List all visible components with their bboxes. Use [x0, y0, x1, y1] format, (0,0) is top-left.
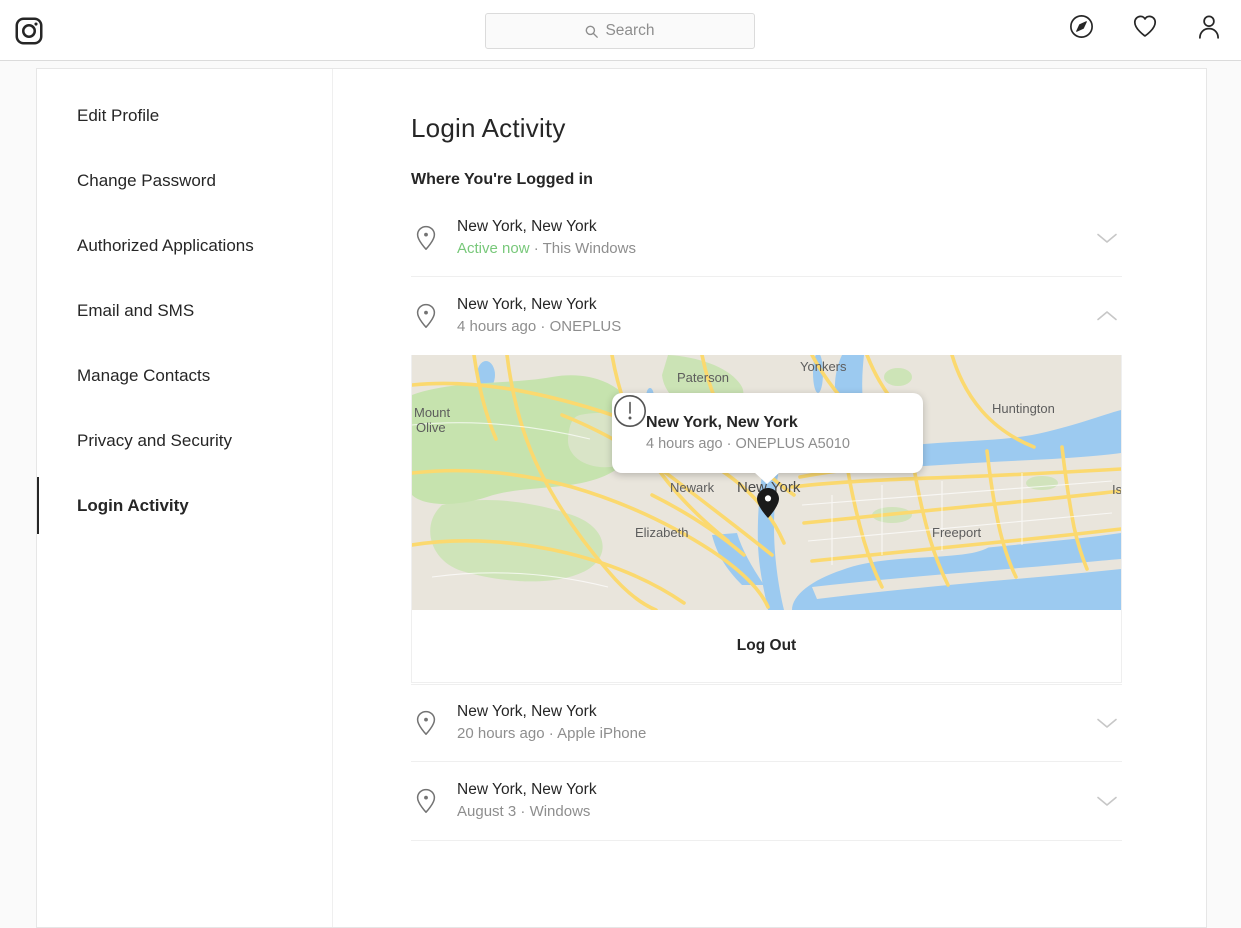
search-input[interactable]: Search [485, 13, 755, 49]
settings-card: Edit Profile Change Password Authorized … [36, 68, 1207, 928]
login-session-row[interactable]: New York, New York August 3 · Windows [411, 762, 1122, 840]
chevron-down-icon[interactable] [1092, 794, 1122, 808]
login-session-row[interactable]: New York, New York 4 hours ago · ONEPLUS [411, 277, 1122, 355]
search-icon [586, 25, 599, 38]
session-city: New York, New York [457, 781, 597, 799]
settings-sidebar: Edit Profile Change Password Authorized … [37, 69, 333, 927]
sidebar-item-manage-contacts[interactable]: Manage Contacts [37, 343, 332, 408]
sidebar-item-label: Privacy and Security [77, 430, 232, 450]
session-device: This Windows [542, 239, 636, 257]
session-separator: · [536, 318, 550, 336]
sidebar-item-label: Manage Contacts [77, 365, 211, 385]
popup-meta: 4 hours ago · ONEPLUS A5010 [646, 436, 850, 453]
session-device: ONEPLUS [549, 318, 622, 336]
navbar-icon-group [1067, 12, 1223, 40]
chevron-down-icon[interactable] [1092, 716, 1122, 730]
login-session-texts: New York, New York 4 hours ago · ONEPLUS [441, 293, 1092, 339]
session-meta: August 3 · Windows [457, 801, 1092, 824]
popup-title: New York, New York [646, 413, 798, 431]
instagram-camera-icon [15, 17, 43, 45]
session-meta: 20 hours ago · Apple iPhone [457, 723, 1092, 746]
chevron-up-icon[interactable] [1092, 309, 1122, 323]
sidebar-item-label: Change Password [77, 170, 216, 190]
sidebar-item-authorized-applications[interactable]: Authorized Applications [37, 213, 332, 278]
session-separator: · [529, 239, 543, 257]
sidebar-item-privacy-and-security[interactable]: Privacy and Security [37, 408, 332, 473]
instagram-logo[interactable] [12, 14, 46, 48]
session-time: Active now [457, 239, 530, 257]
list-bottom-divider [411, 840, 1122, 841]
sidebar-item-email-and-sms[interactable]: Email and SMS [37, 278, 332, 343]
session-city: New York, New York [457, 217, 597, 235]
top-navigation-bar: Search [0, 0, 1241, 61]
sidebar-item-label: Email and SMS [77, 300, 195, 320]
profile-person-icon[interactable] [1195, 12, 1223, 40]
session-detail-panel: Paterson Yonkers Huntington Mount Olive … [411, 355, 1122, 683]
sidebar-item-label: Authorized Applications [77, 235, 254, 255]
session-location-map[interactable]: Paterson Yonkers Huntington Mount Olive … [412, 355, 1121, 610]
location-pin-icon [411, 225, 441, 251]
activity-heart-icon[interactable] [1131, 12, 1159, 40]
sidebar-item-login-activity[interactable]: Login Activity [37, 473, 332, 538]
sidebar-item-edit-profile[interactable]: Edit Profile [37, 83, 332, 148]
session-device: Windows [529, 803, 591, 821]
map-location-popup: New York, New York 4 hours ago · ONEPLUS… [612, 393, 923, 484]
session-separator: · [516, 803, 530, 821]
session-time: August 3 [457, 803, 517, 821]
sidebar-item-change-password[interactable]: Change Password [37, 148, 332, 213]
search-placeholder-text: Search [605, 22, 655, 39]
login-activity-panel: Login Activity Where You're Logged in Ne… [333, 69, 1206, 927]
page-title: Login Activity [411, 113, 566, 143]
sidebar-item-label: Login Activity [77, 495, 189, 515]
session-city: New York, New York [457, 296, 597, 314]
location-pin-icon [411, 788, 441, 814]
map-popup-texts: New York, New York 4 hours ago · ONEPLUS… [646, 411, 850, 455]
login-sessions-list: New York, New York Active now · This Win… [411, 199, 1122, 841]
login-session-texts: New York, New York Active now · This Win… [441, 215, 1092, 261]
session-time: 20 hours ago [457, 725, 545, 743]
login-session-row[interactable]: New York, New York Active now · This Win… [411, 199, 1122, 277]
login-session-row[interactable]: New York, New York 20 hours ago · Apple … [411, 684, 1122, 762]
location-pin-icon [411, 710, 441, 736]
chevron-down-icon[interactable] [1092, 231, 1122, 245]
session-device: Apple iPhone [557, 725, 647, 743]
sidebar-item-label: Edit Profile [77, 105, 160, 125]
session-city: New York, New York [457, 703, 597, 721]
session-separator: · [544, 725, 558, 743]
location-pin-icon [411, 303, 441, 329]
login-session-texts: New York, New York 20 hours ago · Apple … [441, 700, 1092, 746]
session-time: 4 hours ago [457, 318, 537, 336]
session-meta: 4 hours ago · ONEPLUS [457, 316, 1092, 339]
section-title: Where You're Logged in [411, 171, 593, 188]
log-out-label: Log Out [736, 637, 797, 654]
log-out-button[interactable]: Log Out [412, 610, 1121, 682]
explore-compass-icon[interactable] [1067, 12, 1095, 40]
login-session-texts: New York, New York August 3 · Windows [441, 778, 1092, 824]
session-meta: Active now · This Windows [457, 238, 1092, 261]
